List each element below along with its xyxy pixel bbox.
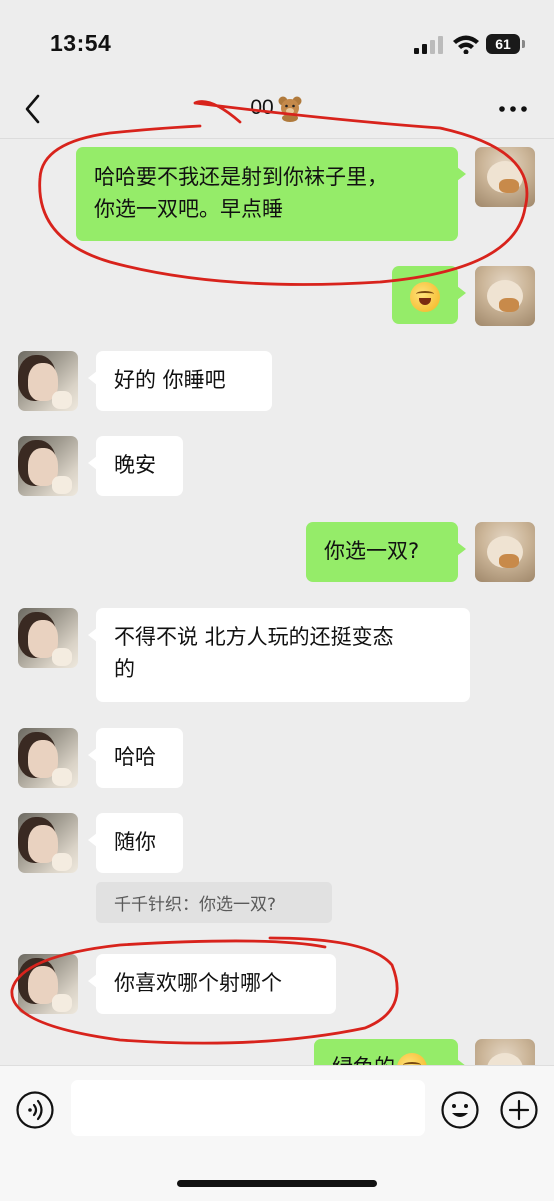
home-indicator [177, 1180, 377, 1187]
my-avatar[interactable] [475, 266, 535, 326]
contact-avatar[interactable] [18, 436, 78, 496]
chat-header: 00 [0, 80, 554, 139]
contact-avatar[interactable] [18, 351, 78, 411]
message-bubble-sent[interactable]: 你选一双? [306, 522, 466, 582]
quoted-text: 千千针织：你选一双? [114, 895, 277, 915]
teddy-bear-icon [278, 96, 302, 122]
more-options-icon[interactable] [498, 104, 528, 114]
message-text: 好的 你睡吧 [114, 368, 226, 392]
message-text: 绿色的 [332, 1055, 395, 1065]
status-time: 13:54 [50, 30, 112, 56]
contact-avatar[interactable] [18, 954, 78, 1014]
message-bubble-sent[interactable]: 绿色的 [314, 1039, 466, 1065]
cellular-signal-icon [414, 36, 443, 54]
message-text: 你喜欢哪个射哪个 [114, 971, 282, 995]
quoted-message[interactable]: 千千针织：你选一双? [96, 882, 332, 923]
voice-icon[interactable] [15, 1090, 55, 1130]
message-bubble-received[interactable]: 随你 [88, 813, 183, 873]
my-avatar[interactable] [475, 522, 535, 582]
message-text: 你选一双? [324, 539, 420, 563]
wifi-icon [453, 35, 479, 54]
message-text: 你选一双吧。早点睡 [94, 197, 283, 221]
message-bubble-received[interactable]: 晚安 [88, 436, 183, 496]
contact-name: 00 [250, 96, 274, 119]
message-list[interactable]: 哈哈要不我还是射到你袜子里， 你选一双吧。早点睡 好的 你睡吧 晚安 你选一双?… [0, 139, 554, 1065]
plus-icon[interactable] [499, 1090, 539, 1130]
message-text: 哈哈要不我还是射到你袜子里， [94, 165, 388, 189]
crying-laughing-emoji-icon [410, 282, 440, 312]
crying-laughing-emoji-icon [397, 1053, 427, 1065]
message-bubble-received[interactable]: 哈哈 [88, 728, 183, 788]
message-text: 随你 [114, 830, 156, 854]
my-avatar[interactable] [475, 147, 535, 207]
chat-title: 00 [0, 94, 554, 122]
message-text: 晚安 [114, 453, 156, 477]
battery-level: 61 [486, 34, 520, 54]
status-bar: 13:54 61 [0, 0, 554, 80]
message-text: 不得不说 北方人玩的还挺变态 [114, 625, 394, 649]
message-bubble-received[interactable]: 不得不说 北方人玩的还挺变态 的 [88, 608, 470, 702]
contact-avatar[interactable] [18, 813, 78, 873]
battery-icon: 61 [486, 34, 526, 54]
message-text: 哈哈 [114, 745, 156, 769]
message-bubble-sent[interactable] [392, 266, 466, 324]
message-bubble-sent[interactable]: 哈哈要不我还是射到你袜子里， 你选一双吧。早点睡 [76, 147, 466, 241]
message-text: 的 [114, 657, 135, 681]
message-bubble-received[interactable]: 你喜欢哪个射哪个 [88, 954, 336, 1014]
message-input[interactable] [71, 1080, 425, 1136]
my-avatar[interactable] [475, 1039, 535, 1065]
contact-avatar[interactable] [18, 608, 78, 668]
emoji-icon[interactable] [440, 1090, 480, 1130]
contact-avatar[interactable] [18, 728, 78, 788]
message-bubble-received[interactable]: 好的 你睡吧 [88, 351, 272, 411]
